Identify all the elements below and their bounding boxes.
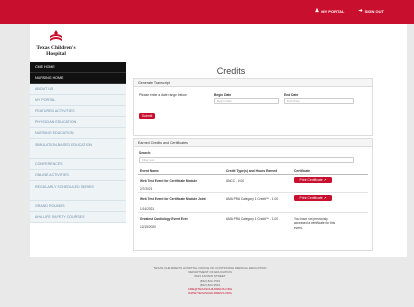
- sidebar-item-online-activities[interactable]: ONLINE ACTIVITIES: [30, 170, 126, 181]
- row3-event-name: Greatest Cardiology Event Ever: [140, 217, 188, 221]
- logo-line2: Hospital: [46, 51, 66, 57]
- earned-credits-panel: Earned Credits and Certificates Search: …: [133, 138, 373, 251]
- row3-credit: AMA PRA Category 1 Credit™ - 1.00: [226, 217, 279, 221]
- sidebar-item-simulation-based-education[interactable]: SIMULATION-BASED EDUCATION: [30, 139, 126, 159]
- sign-out-icon: ➜: [358, 8, 363, 14]
- page-title: Credits: [216, 66, 246, 76]
- row3-certificate-note: You have not previously accessed a certi…: [294, 217, 336, 230]
- sidebar-item-label: SIMULATION-BASED EDUCATION: [35, 143, 92, 147]
- row3-date: 12/15/2020: [140, 225, 156, 229]
- sidebar-item-label: ABOUT US: [35, 87, 54, 91]
- row2-credit: AMA PRA Category 1 Credit™ - 1.00: [226, 197, 279, 201]
- column-header-credit[interactable]: Credit Type(s) and Hours Earned: [226, 169, 277, 173]
- panel-header: Generate Transcript: [134, 79, 372, 87]
- sidebar-item-about-us[interactable]: ABOUT US: [30, 84, 126, 95]
- submit-button[interactable]: Submit: [139, 113, 155, 119]
- print-certificate-button[interactable]: Print Certificate ↗: [294, 177, 332, 183]
- sidebar-item-label: AHA LIFE SAFETY COURSES: [35, 215, 85, 219]
- row-divider: [138, 192, 368, 193]
- my-portal-label: MY PORTAL: [321, 8, 345, 14]
- logo-icon: [50, 30, 62, 41]
- sidebar-item-label: NURSING EDUCATION: [35, 131, 74, 135]
- footer: TEXAS CHILDREN'S HOSPITAL OFFICE OF CONT…: [130, 266, 290, 295]
- row1-credit: ANCC - 0.00: [226, 179, 245, 183]
- print-certificate-label: Print Certificate: [299, 196, 323, 200]
- user-icon: ♟: [314, 8, 320, 14]
- sign-out-link[interactable]: ➜ SIGN OUT: [358, 8, 384, 14]
- hospital-logo[interactable]: Texas Children's Hospital: [30, 30, 82, 66]
- my-portal-link[interactable]: ♟ MY PORTAL: [315, 8, 345, 14]
- sidebar-item-label: PHYSICIAN EDUCATION: [35, 120, 77, 124]
- sidebar-item-featured-activities[interactable]: FEATURED ACTIVITIES: [30, 106, 126, 117]
- sidebar-item-label: CME HOME: [35, 65, 55, 69]
- end-date-label: End Date: [284, 93, 299, 97]
- begin-date-input[interactable]: Begin Date: [214, 98, 279, 104]
- sidebar-nav: CME HOME NURSING HOME ABOUT US MY PORTAL…: [30, 62, 126, 223]
- column-header-certificate[interactable]: Certificate: [294, 169, 310, 173]
- sidebar-item-regularly-scheduled-series[interactable]: REGULARLY SCHEDULED SERIES: [30, 181, 126, 201]
- sidebar-item-my-portal[interactable]: MY PORTAL: [30, 95, 126, 106]
- column-header-event[interactable]: Event Name: [140, 169, 159, 173]
- sidebar-item-cme-home[interactable]: CME HOME: [30, 62, 126, 73]
- search-label: Search:: [139, 151, 152, 155]
- begin-date-label: Begin Date: [214, 93, 232, 97]
- date-range-instructions: Please enter a date range below:: [139, 93, 188, 97]
- end-date-input[interactable]: End Date: [284, 98, 354, 104]
- sidebar-item-label: REGULARLY SCHEDULED SERIES: [35, 185, 94, 189]
- sidebar-item-grand-rounds[interactable]: GRAND ROUNDS: [30, 201, 126, 212]
- sidebar-item-nursing-home[interactable]: NURSING HOME: [30, 73, 126, 84]
- sidebar-item-label: FEATURED ACTIVITIES: [35, 109, 75, 113]
- external-link-icon: ↗: [323, 196, 327, 200]
- header-divider: [138, 174, 368, 175]
- row1-date: 2/7/2021: [140, 187, 153, 191]
- sidebar-item-label: CONFERENCES: [35, 162, 63, 166]
- generate-transcript-panel: Generate Transcript Please enter a date …: [133, 78, 373, 136]
- sidebar-item-label: ONLINE ACTIVITIES: [35, 173, 69, 177]
- row2-date: 1/14/2021: [140, 207, 155, 211]
- print-certificate-button[interactable]: Print Certificate ↗: [294, 195, 332, 201]
- top-bar: ♟ MY PORTAL ➜ SIGN OUT: [0, 0, 414, 24]
- sidebar-item-physician-education[interactable]: PHYSICIAN EDUCATION: [30, 117, 126, 128]
- sign-out-label: SIGN OUT: [364, 8, 384, 14]
- row1-event-name: Web Test Event for Certificate Module: [140, 179, 198, 183]
- footer-website-link[interactable]: WWW.TEXASCHILDRENS.ORG: [130, 291, 290, 295]
- row-divider: [138, 212, 368, 213]
- sidebar-item-label: GRAND ROUNDS: [35, 204, 65, 208]
- sidebar-item-aha-life-safety-courses[interactable]: AHA LIFE SAFETY COURSES: [30, 212, 126, 223]
- sidebar-item-conferences[interactable]: CONFERENCES: [30, 159, 126, 170]
- search-input[interactable]: Filter text: [139, 157, 354, 163]
- panel-header: Earned Credits and Certificates: [134, 139, 372, 147]
- external-link-icon: ↗: [323, 178, 327, 182]
- sidebar-item-nursing-education[interactable]: NURSING EDUCATION: [30, 128, 126, 139]
- print-certificate-label: Print Certificate: [299, 178, 323, 182]
- sidebar-item-label: MY PORTAL: [35, 98, 56, 102]
- sidebar-item-label: NURSING HOME: [35, 76, 64, 80]
- row2-event-name: Web Test Event for Certificate Module Jo…: [140, 197, 206, 201]
